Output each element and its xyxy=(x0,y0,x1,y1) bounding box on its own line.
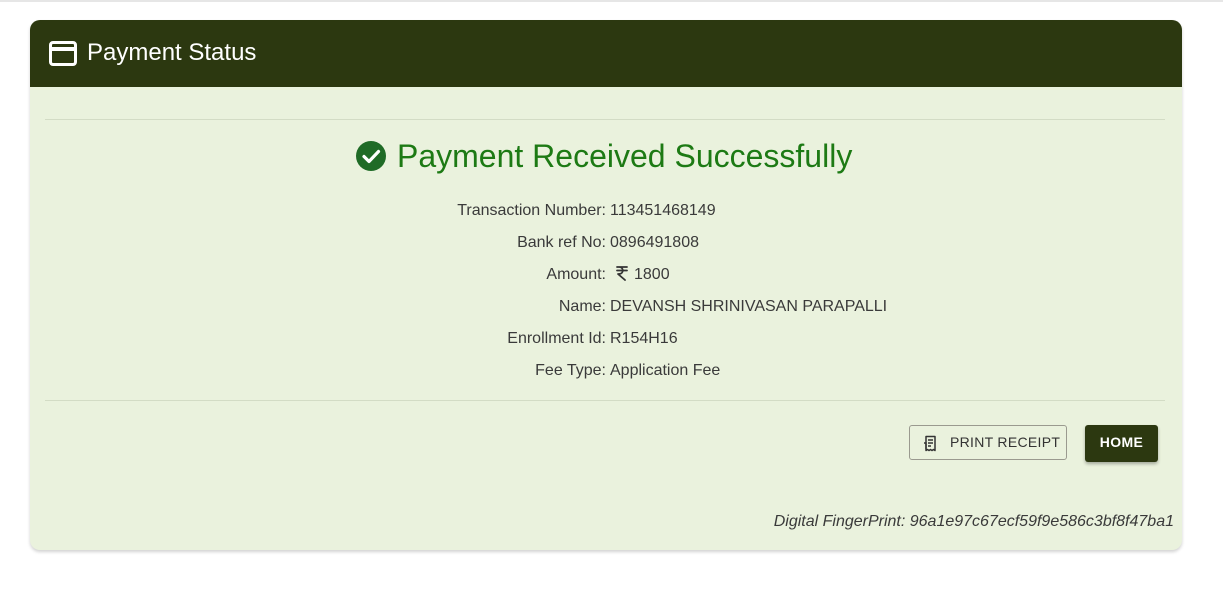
divider-top xyxy=(45,119,1165,120)
amount-value-wrap: 1800 xyxy=(610,264,670,286)
amount-label: Amount: xyxy=(546,266,606,283)
print-receipt-button[interactable]: PRINT RECEIPT xyxy=(909,425,1067,460)
detail-row-enrollment-id: Enrollment Id: R154H16 xyxy=(30,328,1182,350)
transaction-number-label: Transaction Number: xyxy=(457,202,606,219)
top-border xyxy=(0,0,1223,2)
fee-type-label: Fee Type: xyxy=(535,362,606,379)
detail-row-amount: Amount: 1800 xyxy=(30,264,1182,286)
digital-fingerprint: Digital FingerPrint: 96a1e97c67ecf59f9e5… xyxy=(773,513,1174,530)
card-header: Payment Status xyxy=(30,20,1182,87)
credit-card-icon xyxy=(49,41,77,66)
detail-row-fee-type: Fee Type: Application Fee xyxy=(30,360,1182,382)
bank-ref-value: 0896491808 xyxy=(610,234,699,251)
transaction-number-value: 113451468149 xyxy=(610,202,716,219)
enrollment-id-label: Enrollment Id: xyxy=(507,330,606,347)
bank-ref-label: Bank ref No: xyxy=(517,234,606,251)
success-message-row: Payment Received Successfully xyxy=(30,136,1182,176)
name-label: Name: xyxy=(558,298,606,315)
home-label: HOME xyxy=(1099,434,1144,450)
page-title: Payment Status xyxy=(87,39,257,66)
payment-status-card: Payment Status Payment Received Successf… xyxy=(30,20,1182,550)
name-value: DEVANSH SHRINIVASAN PARAPALLI xyxy=(610,298,888,315)
receipt-icon xyxy=(923,435,939,452)
print-receipt-label: PRINT RECEIPT xyxy=(950,434,1061,450)
detail-row-bank-ref: Bank ref No: 0896491808 xyxy=(30,232,1182,254)
fee-type-value: Application Fee xyxy=(610,362,721,379)
enrollment-id-value: R154H16 xyxy=(610,330,678,347)
home-button[interactable]: HOME xyxy=(1085,425,1158,462)
detail-row-transaction-number: Transaction Number: 113451468149 xyxy=(30,200,1182,222)
rupee-icon xyxy=(614,265,630,281)
check-circle-icon xyxy=(356,141,386,171)
amount-value: 1800 xyxy=(634,266,670,283)
success-message: Payment Received Successfully xyxy=(397,138,853,174)
divider-bottom xyxy=(45,400,1165,401)
detail-row-name: Name: DEVANSH SHRINIVASAN PARAPALLI xyxy=(30,296,1182,318)
